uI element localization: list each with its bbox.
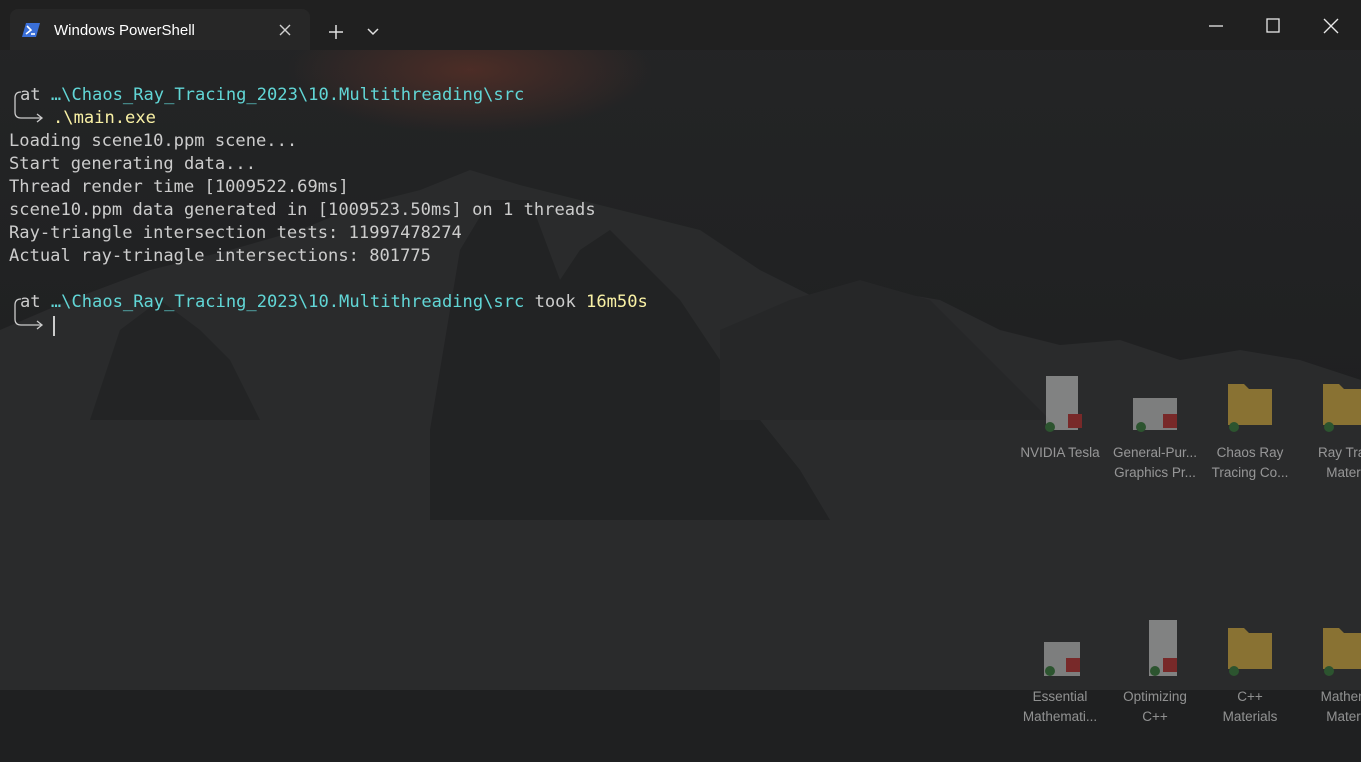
- close-tab-icon[interactable]: [276, 21, 294, 39]
- took-label: took: [524, 292, 587, 312]
- powershell-icon: [22, 23, 40, 37]
- prompt-line-2: at …\Chaos_Ray_Tracing_2023\10.Multithre…: [20, 291, 648, 314]
- prompt-line-1: at …\Chaos_Ray_Tracing_2023\10.Multithre…: [20, 84, 524, 107]
- command-duration: 16m50s: [586, 292, 648, 312]
- output-line: scene10.ppm data generated in [1009523.5…: [9, 200, 596, 220]
- prompt-prefix: at: [20, 292, 51, 312]
- output-line: Ray-triangle intersection tests: 1199747…: [9, 223, 462, 243]
- output-line: Loading scene10.ppm scene...: [9, 131, 298, 151]
- tab-title: Windows PowerShell: [54, 22, 195, 39]
- maximize-icon[interactable]: [1259, 14, 1287, 38]
- minimize-icon[interactable]: [1202, 14, 1230, 38]
- tab-windows-powershell[interactable]: Windows PowerShell: [10, 9, 310, 50]
- output-line: Start generating data...: [9, 154, 256, 174]
- new-tab-icon[interactable]: [326, 22, 346, 42]
- command-text: .\main.exe: [53, 108, 156, 128]
- prompt-path: …\Chaos_Ray_Tracing_2023\10.Multithreadi…: [50, 292, 525, 312]
- prompt-path: …\Chaos_Ray_Tracing_2023\10.Multithreadi…: [50, 85, 525, 105]
- terminal-output-area[interactable]: at …\Chaos_Ray_Tracing_2023\10.Multithre…: [0, 50, 1361, 762]
- text-cursor: [53, 316, 55, 336]
- chevron-down-icon[interactable]: [364, 24, 382, 40]
- prompt-prefix: at: [20, 85, 51, 105]
- title-bar: Windows PowerShell: [0, 0, 1361, 50]
- output-line: Actual ray-trinagle intersections: 80177…: [9, 246, 431, 266]
- output-line: Thread render time [1009522.69ms]: [9, 177, 349, 197]
- close-window-icon[interactable]: [1317, 14, 1345, 38]
